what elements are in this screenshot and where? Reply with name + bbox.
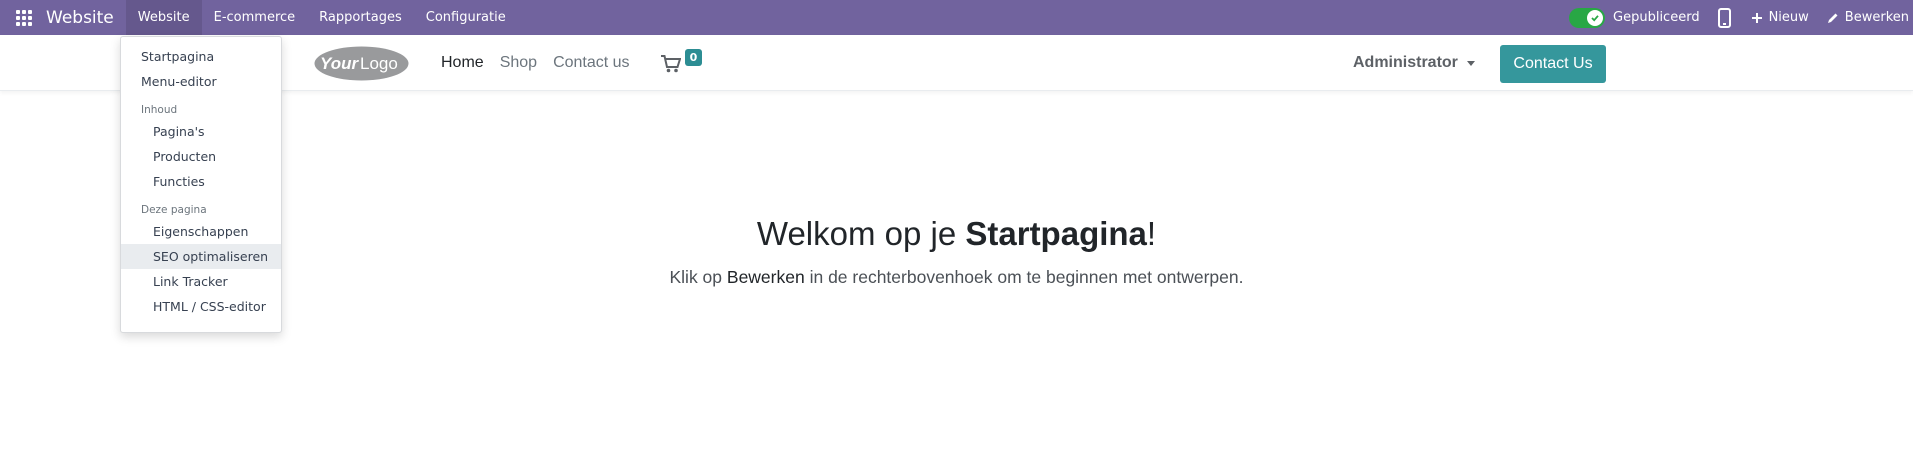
dropdown-header-this-page: Deze pagina	[141, 204, 207, 216]
dropdown-item-properties[interactable]: Eigenschappen	[121, 219, 281, 244]
hero-sub-prefix: Klik op	[669, 267, 727, 287]
check-icon	[1587, 9, 1604, 26]
dropdown-item-seo[interactable]: SEO optimaliseren	[121, 244, 281, 269]
dropdown-item-html-css-editor[interactable]: HTML / CSS-editor	[121, 294, 281, 319]
app-brand: Website	[46, 7, 114, 28]
website-header: Your Logo Home Shop Contact us 0 Adminis…	[0, 35, 1913, 91]
hero-title-suffix: !	[1146, 215, 1157, 252]
user-menu-label: Administrator	[1353, 54, 1458, 71]
mobile-preview-icon[interactable]	[1717, 7, 1731, 28]
edit-button[interactable]: Bewerken	[1827, 10, 1909, 25]
nav-home[interactable]: Home	[441, 54, 484, 72]
new-label: Nieuw	[1768, 10, 1809, 25]
admin-topbar: Website Website E-commerce Rapportages C…	[0, 0, 1913, 35]
cart-count-badge: 0	[685, 49, 702, 66]
user-menu[interactable]: Administrator	[1353, 35, 1475, 91]
hero-subtitle: Klik op Bewerken in de rechterbovenhoek …	[0, 267, 1913, 288]
dropdown-item-link-tracker[interactable]: Link Tracker	[121, 269, 281, 294]
dropdown-item-home[interactable]: Startpagina	[121, 44, 281, 69]
hero-section: Welkom op je Startpagina! Klik op Bewerk…	[0, 215, 1913, 288]
menu-website[interactable]: Website	[125, 0, 202, 35]
hero-title-prefix: Welkom op je	[756, 215, 966, 252]
caret-down-icon	[1466, 60, 1475, 66]
topbar-tools: Gepubliceerd Nieuw Bewerken	[1569, 0, 1913, 35]
site-logo[interactable]: Your Logo	[313, 45, 410, 82]
hero-sub-bold: Bewerken	[726, 267, 805, 287]
apps-grid-icon[interactable]	[16, 9, 32, 26]
edit-label: Bewerken	[1844, 10, 1909, 25]
website-dropdown-menu: Startpagina Menu-editor Inhoud Pagina's …	[120, 36, 282, 333]
shopping-cart-icon	[661, 55, 681, 73]
dropdown-item-menu-editor[interactable]: Menu-editor	[121, 69, 281, 94]
new-button[interactable]: Nieuw	[1751, 10, 1809, 25]
menu-ecommerce[interactable]: E-commerce	[202, 0, 308, 35]
pencil-icon	[1827, 13, 1838, 23]
hero-title: Welkom op je Startpagina!	[0, 215, 1913, 253]
nav-shop[interactable]: Shop	[500, 54, 537, 72]
menu-reports[interactable]: Rapportages	[307, 0, 414, 35]
dropdown-header-content: Inhoud	[141, 104, 178, 116]
cart-button[interactable]: 0	[661, 49, 707, 77]
menu-configuration[interactable]: Configuratie	[414, 0, 518, 35]
plus-icon	[1751, 12, 1762, 23]
svg-text:Your: Your	[320, 54, 359, 73]
dropdown-item-features[interactable]: Functies	[121, 169, 281, 194]
contact-us-button[interactable]: Contact Us	[1500, 45, 1606, 83]
site-nav: Home Shop Contact us	[441, 35, 646, 91]
published-label: Gepubliceerd	[1613, 10, 1700, 25]
publish-toggle[interactable]	[1569, 7, 1606, 28]
hero-sub-suffix: in de rechterbovenhoek om te beginnen me…	[804, 267, 1244, 287]
nav-contact-us[interactable]: Contact us	[553, 54, 629, 72]
dropdown-item-products[interactable]: Producten	[121, 144, 281, 169]
svg-text:Logo: Logo	[360, 54, 398, 73]
dropdown-item-pages[interactable]: Pagina's	[121, 119, 281, 144]
hero-title-bold: Startpagina	[965, 215, 1147, 252]
